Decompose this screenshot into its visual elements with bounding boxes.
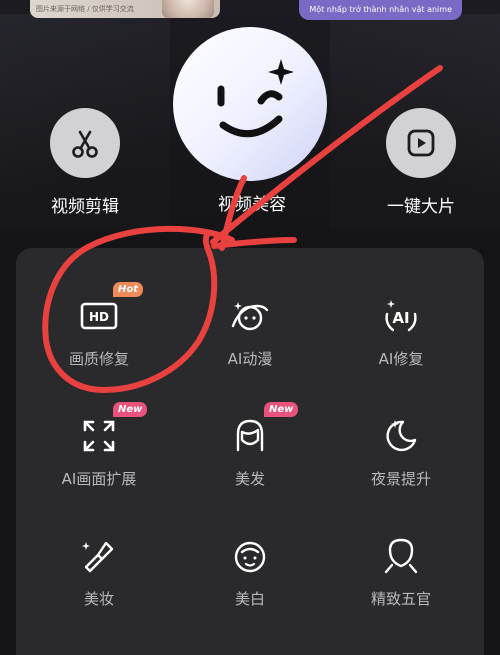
hair-icon bbox=[236, 419, 264, 452]
video-edit-circle[interactable] bbox=[50, 108, 120, 178]
banner-caption: 图片来源于网络 / 仅供学习交流 bbox=[36, 5, 134, 13]
grid-item-ai-repair[interactable]: AI AI修复 bbox=[326, 296, 476, 369]
new-badge: New bbox=[113, 402, 148, 417]
anime-banner-pill[interactable]: Một nhấp trở thành nhân vật anime bbox=[299, 0, 462, 20]
play-icon bbox=[407, 129, 435, 157]
grid-item-label: 夜景提升 bbox=[370, 470, 431, 488]
hot-badge: Hot bbox=[113, 282, 144, 297]
grid-item-label: AI画面扩展 bbox=[61, 470, 137, 488]
grid-item-label: 美妆 bbox=[83, 590, 114, 608]
anime-face-icon bbox=[231, 302, 269, 331]
video-beauty-button[interactable] bbox=[173, 27, 327, 181]
grid-item-label: AI修复 bbox=[378, 350, 424, 368]
video-edit-tool[interactable]: 视频剪辑 bbox=[43, 108, 127, 217]
whitening-face-icon bbox=[234, 541, 266, 573]
new-badge: New bbox=[264, 402, 299, 417]
banner-thumbnail bbox=[162, 0, 214, 18]
smile-face-icon bbox=[217, 59, 294, 138]
grid-item-label: AI动漫 bbox=[227, 350, 273, 368]
grid-item-facial-features[interactable]: 精致五官 bbox=[326, 536, 476, 609]
feature-grid-panel: HD Hot 画质修复 AI动漫 AI AI修复 New AI画面扩展 New … bbox=[16, 248, 484, 655]
grid-item-hair[interactable]: New 美发 bbox=[175, 402, 325, 489]
grid-item-label: 美白 bbox=[234, 590, 265, 608]
grid-item-night-scene[interactable]: 夜景提升 bbox=[326, 416, 476, 489]
grid-item-makeup[interactable]: 美妆 bbox=[24, 536, 174, 609]
expand-icon bbox=[83, 420, 115, 452]
video-edit-label: 视频剪辑 bbox=[51, 197, 119, 217]
one-click-film-tool[interactable]: 一键大片 bbox=[373, 108, 469, 217]
svg-text:HD: HD bbox=[89, 310, 109, 324]
face-contour-icon bbox=[384, 538, 418, 574]
grid-item-label: 画质修复 bbox=[68, 350, 129, 368]
one-click-film-circle[interactable] bbox=[386, 108, 456, 178]
svg-text:AI: AI bbox=[392, 309, 409, 327]
grid-item-label: 精致五官 bbox=[370, 590, 431, 608]
ai-sparkle-icon: AI bbox=[385, 300, 417, 332]
grid-item-label: 美发 bbox=[234, 470, 265, 488]
one-click-film-label: 一键大片 bbox=[387, 197, 455, 217]
app-screen: 图片来源于网络 / 仅供学习交流 Một nhấp trở thành nhân… bbox=[0, 0, 500, 655]
banner-card[interactable]: 图片来源于网络 / 仅供学习交流 bbox=[30, 0, 220, 18]
grid-item-quality-repair[interactable]: HD Hot 画质修复 bbox=[24, 282, 174, 369]
grid-item-whitening[interactable]: 美白 bbox=[175, 536, 325, 609]
grid-item-ai-expand[interactable]: New AI画面扩展 bbox=[24, 402, 174, 489]
grid-item-ai-anime[interactable]: AI动漫 bbox=[175, 296, 325, 369]
scissors-icon bbox=[72, 130, 98, 158]
video-beauty-label[interactable]: 视频美容 bbox=[210, 190, 294, 215]
hd-icon: HD bbox=[80, 302, 118, 330]
moon-icon bbox=[386, 420, 417, 452]
video-beauty-tool: 视频美容 bbox=[210, 190, 294, 215]
lipstick-icon bbox=[82, 541, 114, 573]
